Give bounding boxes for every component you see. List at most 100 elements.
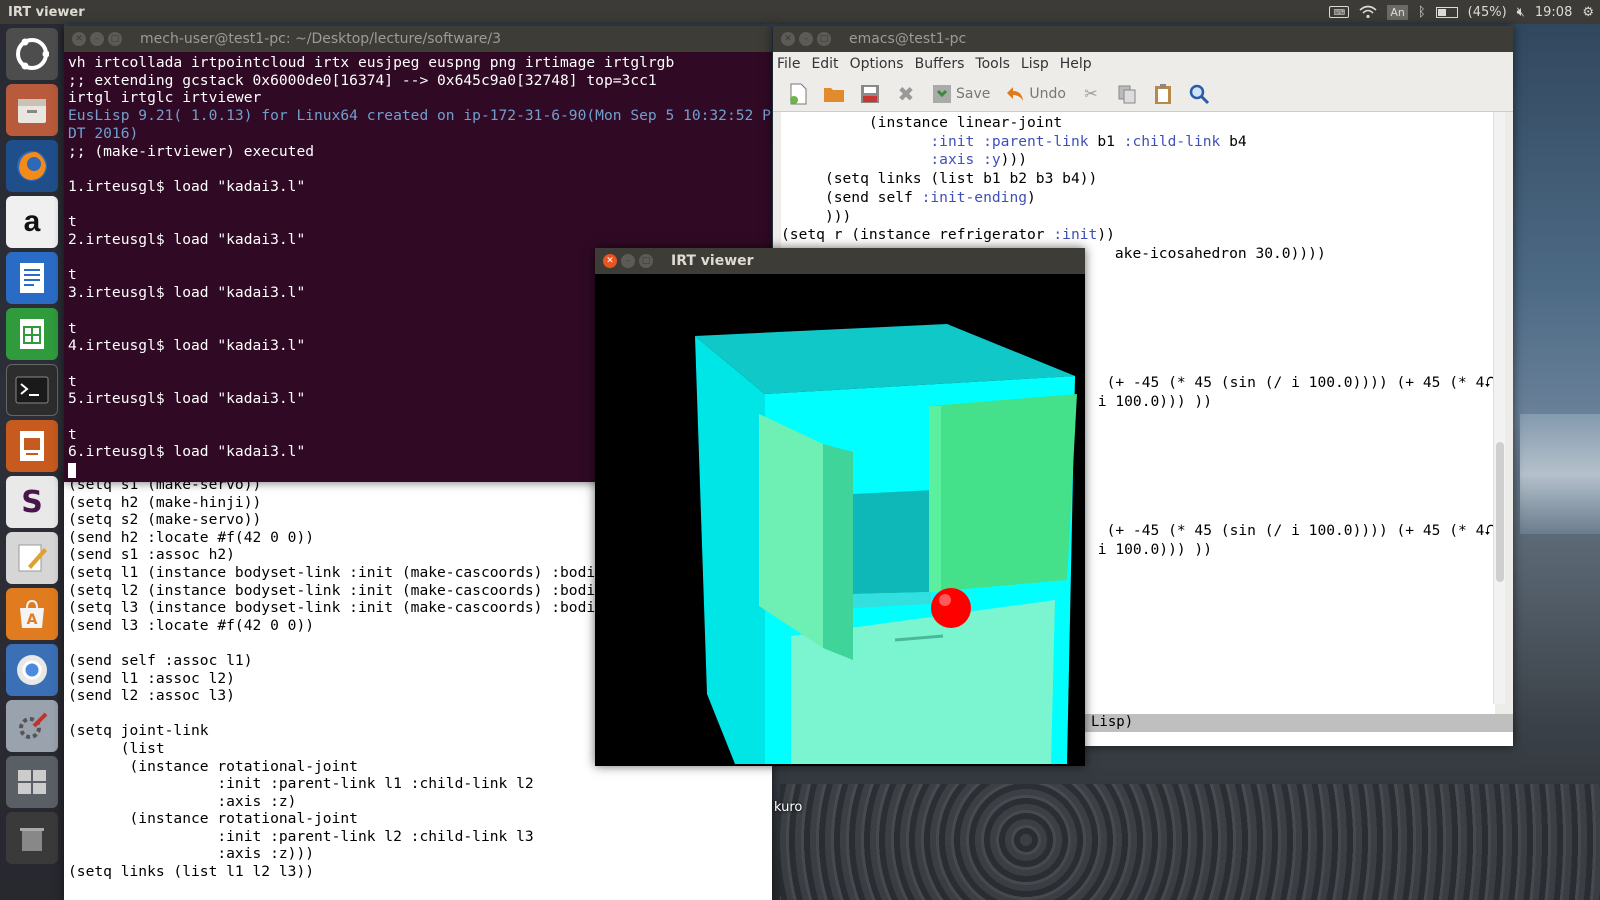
maximize-icon[interactable]: □ [108, 32, 122, 46]
undo-button[interactable]: Undo [1004, 83, 1066, 105]
firefox-icon[interactable] [6, 140, 58, 192]
code-keyword: :axis :y [930, 151, 1001, 169]
active-app-title: IRT viewer [8, 4, 85, 20]
terminal-cursor [68, 462, 76, 478]
close-buffer-icon[interactable]: ✖ [895, 82, 917, 106]
wallpaper-rocks [780, 784, 1600, 900]
files-icon[interactable] [6, 84, 58, 136]
code-line: :axis :y))) [781, 151, 1495, 170]
ubuntu-dash-icon[interactable] [6, 28, 58, 80]
code-text: )) [1097, 226, 1115, 244]
battery-level-fill [1437, 8, 1446, 16]
clock[interactable]: 19:08 [1535, 5, 1572, 20]
svg-text:A: A [27, 612, 38, 628]
scrollbar-thumb[interactable] [1496, 442, 1504, 582]
top-panel: IRT viewer ⌨ An ᛒ (45%) 🔇︎ 19:08 ⚙ [0, 0, 1600, 24]
unity-launcher: a S A [0, 24, 64, 900]
code-line: :axis :z) [68, 792, 297, 810]
battery-percent: (45%) [1467, 4, 1507, 20]
close-icon[interactable]: ✕ [603, 254, 617, 268]
code-line: (+ -45 (* 45 (sin (/ i 100.0)))) (+ 45 (… [1089, 522, 1497, 539]
fridge-right-door-edge [929, 406, 941, 592]
terminal-titlebar[interactable]: ✕ – □ mech-user@test1-pc: ~/Desktop/lect… [64, 26, 772, 52]
code-line: i 100.0))) )) [1089, 392, 1213, 410]
paste-clipboard-icon[interactable] [1152, 83, 1174, 105]
wifi-icon[interactable] [1359, 5, 1377, 19]
emacs-title: emacs@test1-pc [849, 31, 967, 47]
open-folder-icon[interactable] [823, 83, 845, 105]
irt-viewer-titlebar[interactable]: ✕ – □ IRT viewer [595, 248, 1085, 274]
terminal-line: DT 2016) [68, 124, 139, 142]
libreoffice-impress-icon[interactable] [6, 420, 58, 472]
cut-scissors-icon[interactable]: ✂ [1080, 83, 1102, 105]
emacs-scrollbar[interactable] [1493, 112, 1505, 704]
menu-buffers[interactable]: Buffers [915, 56, 965, 72]
emacs-titlebar[interactable]: ✕ – □ emacs@test1-pc [773, 26, 1513, 52]
maximize-icon[interactable]: □ [817, 32, 831, 46]
minimize-icon[interactable]: – [799, 32, 813, 46]
desktop-icon-label[interactable]: kuro [774, 800, 802, 815]
irt-viewer-window[interactable]: ✕ – □ IRT viewer [595, 248, 1085, 766]
menu-help[interactable]: Help [1060, 56, 1092, 72]
fridge-interior [853, 490, 933, 594]
irt-viewer-canvas[interactable] [595, 274, 1085, 766]
code-keyword: :child-link [1123, 132, 1221, 150]
close-icon[interactable]: ✕ [781, 32, 795, 46]
save-button[interactable]: Save [931, 83, 990, 105]
code-line: (setq links (list l1 l2 l3)) [68, 863, 315, 881]
menu-options[interactable]: Options [850, 56, 904, 72]
emacs-code-fragment-1[interactable]: (+ -45 (* 45 (sin (/ i 100.0)))) (+ 45 (… [1089, 374, 1496, 411]
menu-tools[interactable]: Tools [975, 56, 1010, 72]
code-text: ))) [1000, 151, 1028, 169]
code-line: :init :parent-link l2 :child-link l3 [68, 827, 534, 845]
code-line: :init :parent-link b1 :child-link b4 [781, 133, 1495, 152]
libreoffice-writer-icon[interactable] [6, 252, 58, 304]
undo-label: Undo [1029, 85, 1066, 102]
emacs-code-fragment-2[interactable]: (+ -45 (* 45 (sin (/ i 100.0)))) (+ 45 (… [1089, 522, 1496, 559]
code-text: (send self [824, 188, 922, 206]
chromium-icon[interactable] [6, 644, 58, 696]
text-editor-icon[interactable] [6, 532, 58, 584]
minimize-icon[interactable]: – [621, 254, 635, 268]
libreoffice-calc-icon[interactable] [6, 308, 58, 360]
irt-viewer-title: IRT viewer [671, 253, 754, 269]
volume-muted-icon[interactable]: 🔇︎ [1517, 5, 1525, 20]
system-settings-icon[interactable] [6, 700, 58, 752]
maximize-icon[interactable]: □ [639, 254, 653, 268]
save-to-disk-icon[interactable] [859, 83, 881, 105]
emacs-toolbar: ✖ Save Undo ✂ [773, 76, 1513, 112]
new-file-icon[interactable] [787, 83, 809, 105]
amazon-icon[interactable]: a [6, 196, 58, 248]
slack-icon[interactable]: S [6, 476, 58, 528]
red-ball [931, 588, 971, 628]
keyboard-icon[interactable]: ⌨ [1329, 6, 1350, 18]
code-line: (setq links (list b1 b2 b3 b4)) [781, 170, 1495, 189]
trash-icon[interactable] [6, 812, 58, 864]
save-label: Save [956, 85, 991, 102]
minimize-icon[interactable]: – [90, 32, 104, 46]
system-tray: ⌨ An ᛒ (45%) 🔇︎ 19:08 ⚙ [1329, 0, 1594, 24]
close-icon[interactable]: ✕ [72, 32, 86, 46]
input-method-indicator[interactable]: An [1387, 4, 1408, 20]
settings-gear-icon[interactable]: ⚙ [1582, 5, 1594, 20]
menu-edit[interactable]: Edit [811, 56, 838, 72]
workspace-switcher-icon[interactable] [6, 756, 58, 808]
code-keyword: :init [1053, 226, 1098, 244]
emacs-code[interactable]: (instance linear-joint :init :parent-lin… [781, 112, 1495, 264]
search-magnifier-icon[interactable] [1188, 83, 1210, 105]
code-line: :init :parent-link l1 :child-link l2 [68, 775, 534, 793]
menu-file[interactable]: File [777, 56, 800, 72]
menu-lisp[interactable]: Lisp [1021, 56, 1049, 72]
code-text: ))) [824, 207, 852, 225]
battery-icon[interactable] [1435, 6, 1458, 18]
wallpaper-wave [1520, 414, 1600, 534]
copy-icon[interactable] [1116, 83, 1138, 105]
bluetooth-icon[interactable]: ᛒ [1418, 5, 1426, 20]
software-center-icon[interactable]: A [6, 588, 58, 640]
terminal-icon[interactable] [6, 364, 58, 416]
terminal-line: vh irtcollada irtpointcloud irtx eusjpeg… [68, 54, 675, 71]
terminal-line: 2.irteusgl$ load "kadai3.l" [68, 231, 306, 249]
code-keyword: :init :parent-link [930, 132, 1089, 150]
code-text: b1 [1088, 132, 1124, 150]
